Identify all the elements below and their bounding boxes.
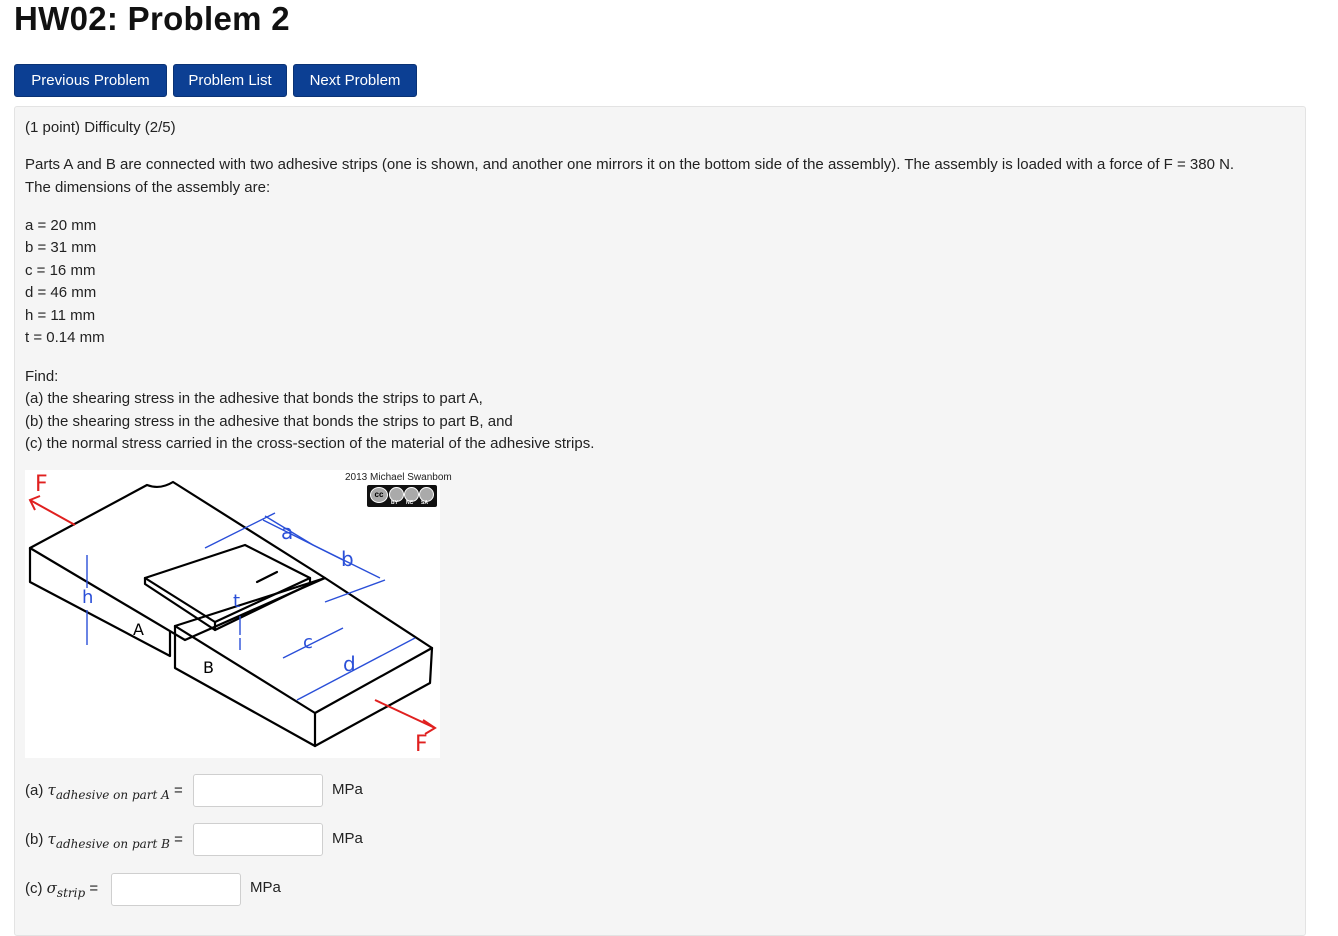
problem-intro-line-1: Parts A and B are connected with two adh… — [25, 156, 1235, 173]
problem-list-button[interactable]: Problem List — [173, 64, 287, 97]
assembly-figure: 2013 Michael Swanbom cc BY NC SA F F a b… — [25, 470, 452, 758]
answer-b-subscript: adhesive on part B — [55, 837, 170, 851]
figure-label-t: t — [233, 591, 241, 612]
previous-problem-button[interactable]: Previous Problem — [14, 64, 167, 97]
nc-label: NC — [406, 500, 414, 506]
figure-label-d: d — [343, 652, 356, 676]
answer-c-label: (c) σstrip = — [25, 879, 99, 900]
answer-c-subscript: strip — [56, 886, 86, 900]
dimension-a: a = 20 mm — [25, 217, 97, 234]
answer-a-label: (a) τadhesive on part A = — [25, 781, 183, 802]
sa-label: SA — [421, 500, 428, 506]
next-problem-button[interactable]: Next Problem — [293, 64, 417, 97]
figure-label-f-left: F — [35, 472, 48, 497]
find-item-c: (c) the normal stress carried in the cro… — [25, 435, 595, 452]
page-title: HW02: Problem 2 — [14, 0, 290, 37]
answer-a-subscript: adhesive on part A — [55, 788, 170, 802]
sigma-symbol: σ — [46, 879, 57, 897]
dimension-c: c = 16 mm — [25, 262, 96, 279]
cc-license-badge: cc BY NC SA — [367, 485, 437, 507]
figure-label-part-a: A — [133, 620, 144, 639]
tau-symbol: τ — [47, 781, 56, 799]
answer-a-input[interactable] — [193, 774, 323, 807]
dimension-b: b = 31 mm — [25, 239, 97, 256]
figure-label-f-right: F — [415, 732, 428, 757]
find-item-b: (b) the shearing stress in the adhesive … — [25, 413, 513, 430]
dimension-t: t = 0.14 mm — [25, 329, 105, 346]
cc-icon: cc — [370, 487, 388, 503]
by-label: BY — [391, 500, 398, 506]
figure-credit: 2013 Michael Swanbom — [345, 472, 452, 483]
tau-symbol: τ — [47, 830, 56, 848]
figure-label-c: c — [303, 632, 313, 653]
find-label: Find: — [25, 368, 59, 385]
answer-c-input[interactable] — [111, 873, 241, 906]
figure-label-a: a — [281, 520, 294, 544]
answer-a-unit: MPa — [332, 781, 363, 798]
figure-label-b: b — [341, 547, 354, 571]
problem-intro-line-2: The dimensions of the assembly are: — [25, 179, 271, 196]
answer-b-unit: MPa — [332, 830, 363, 847]
figure-label-h: h — [82, 587, 94, 608]
figure-label-part-b: B — [203, 658, 214, 677]
problem-header: (1 point) Difficulty (2/5) — [25, 119, 176, 136]
dimension-h: h = 11 mm — [25, 307, 96, 324]
answer-b-label: (b) τadhesive on part B = — [25, 830, 183, 851]
find-item-a: (a) the shearing stress in the adhesive … — [25, 390, 483, 407]
assembly-drawing — [28, 480, 434, 748]
dimension-d: d = 46 mm — [25, 284, 97, 301]
answer-c-unit: MPa — [250, 879, 281, 896]
answer-b-input[interactable] — [193, 823, 323, 856]
